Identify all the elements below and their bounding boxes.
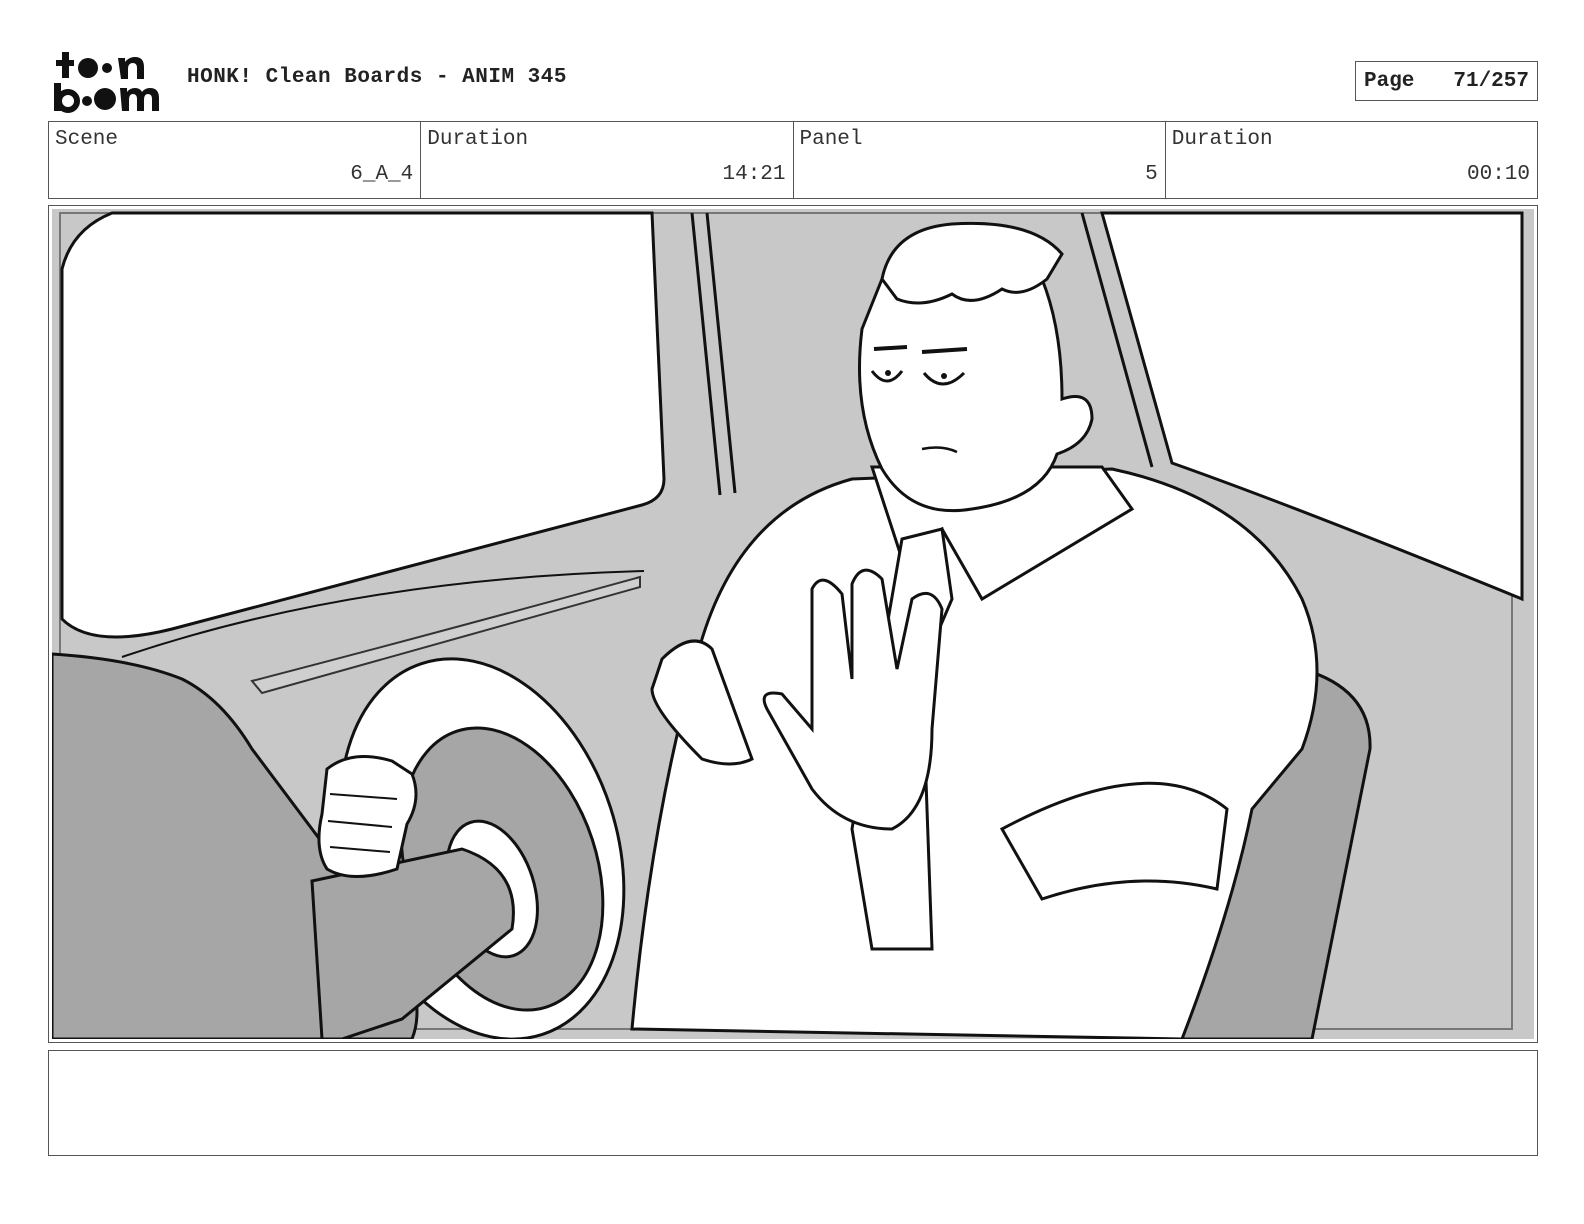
page-indicator: Page 71/257 xyxy=(1355,61,1538,101)
storyboard-panel xyxy=(48,205,1538,1043)
page-number: 71/257 xyxy=(1453,69,1529,93)
notes-area xyxy=(48,1050,1538,1156)
scene-info-row: Scene 6_A_4 Duration 14:21 Panel 5 Durat… xyxy=(48,121,1538,199)
panel-duration-cell: Duration 00:10 xyxy=(1166,122,1537,198)
scene-cell: Scene 6_A_4 xyxy=(49,122,422,198)
scene-value: 6_A_4 xyxy=(350,163,414,186)
scene-duration-label: Duration xyxy=(427,128,529,151)
panel-duration-value: 00:10 xyxy=(1466,163,1530,186)
scene-label: Scene xyxy=(55,128,119,151)
scene-duration-cell: Duration 14:21 xyxy=(421,122,794,198)
document-title: HONK! Clean Boards - ANIM 345 xyxy=(187,66,567,89)
storyboard-drawing xyxy=(52,209,1534,1039)
panel-duration-label: Duration xyxy=(1171,128,1273,151)
toon-boom-logo xyxy=(54,52,159,113)
scene-duration-value: 14:21 xyxy=(722,163,786,186)
page-label: Page xyxy=(1364,69,1415,93)
panel-label: Panel xyxy=(799,128,863,151)
panel-cell: Panel 5 xyxy=(794,122,1166,198)
panel-value: 5 xyxy=(1145,163,1158,186)
